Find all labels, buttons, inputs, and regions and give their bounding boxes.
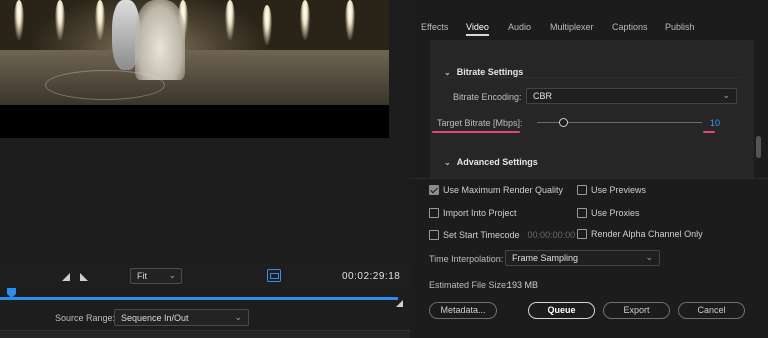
label-highlight bbox=[432, 131, 520, 133]
value-highlight bbox=[703, 131, 715, 133]
source-monitor: Fit ⌄ 00:02:29:18 Source Range: Sequence… bbox=[0, 0, 410, 338]
range-bar bbox=[0, 297, 398, 300]
video-preview bbox=[0, 0, 389, 138]
advanced-section-header[interactable]: ⌄ Advanced Settings bbox=[444, 157, 538, 167]
cancel-button[interactable]: Cancel bbox=[678, 302, 745, 319]
export-settings-panel: Effects Video Audio Multiplexer Captions… bbox=[410, 0, 768, 338]
time-interpolation-label: Time Interpolation: bbox=[429, 254, 504, 264]
metadata-button[interactable]: Metadata... bbox=[429, 302, 497, 319]
video-settings-scroll[interactable]: ⌄ Bitrate Settings Bitrate Encoding: CBR … bbox=[430, 40, 754, 178]
tab-captions[interactable]: Captions bbox=[612, 22, 648, 32]
timeline-scrubber[interactable] bbox=[0, 284, 410, 307]
bitrate-encoding-select[interactable]: CBR ⌄ bbox=[526, 88, 737, 104]
tab-audio[interactable]: Audio bbox=[508, 22, 531, 32]
target-bitrate-value[interactable]: 10 bbox=[710, 118, 720, 128]
tab-publish[interactable]: Publish bbox=[665, 22, 695, 32]
tab-effects[interactable]: Effects bbox=[421, 22, 448, 32]
file-size-label: Estimated File Size: bbox=[429, 280, 509, 290]
preview-frame bbox=[0, 0, 389, 105]
scrollbar-thumb[interactable] bbox=[756, 136, 761, 158]
chevron-down-icon: ⌄ bbox=[722, 90, 730, 100]
queue-button[interactable]: Queue bbox=[528, 302, 595, 319]
chevron-down-icon: ⌄ bbox=[444, 158, 451, 167]
chevron-down-icon: ⌄ bbox=[444, 68, 451, 77]
slider-handle[interactable] bbox=[558, 118, 568, 127]
zoom-select[interactable]: Fit ⌄ bbox=[130, 268, 182, 284]
time-interpolation-select[interactable]: Frame Sampling ⌄ bbox=[505, 250, 660, 266]
safe-margins-icon[interactable] bbox=[267, 269, 281, 282]
export-options: Use Maximum Render Quality Use Previews … bbox=[410, 178, 768, 338]
target-bitrate-label: Target Bitrate [Mbps]: bbox=[437, 118, 523, 128]
file-size-value: 193 MB bbox=[507, 280, 539, 290]
export-button[interactable]: Export bbox=[603, 302, 670, 319]
chevron-down-icon: ⌄ bbox=[234, 312, 242, 322]
chevron-down-icon: ⌄ bbox=[168, 270, 176, 280]
timecode: 00:02:29:18 bbox=[342, 271, 401, 282]
bitrate-section-header[interactable]: ⌄ Bitrate Settings bbox=[444, 67, 523, 77]
source-range-select[interactable]: Sequence In/Out ⌄ bbox=[114, 309, 249, 326]
chevron-down-icon: ⌄ bbox=[645, 252, 653, 262]
bitrate-encoding-label: Bitrate Encoding: bbox=[453, 92, 522, 102]
out-point-marker[interactable] bbox=[396, 300, 403, 307]
start-timecode-value: 00:00:00:00 bbox=[527, 230, 576, 240]
tab-video[interactable]: Video bbox=[466, 22, 489, 36]
mark-in-icon[interactable] bbox=[62, 273, 70, 281]
mark-out-icon[interactable] bbox=[80, 273, 88, 281]
tab-multiplexer[interactable]: Multiplexer bbox=[550, 22, 594, 32]
source-range-label: Source Range: bbox=[55, 313, 116, 323]
tab-bar: Effects Video Audio Multiplexer Captions… bbox=[410, 0, 768, 38]
